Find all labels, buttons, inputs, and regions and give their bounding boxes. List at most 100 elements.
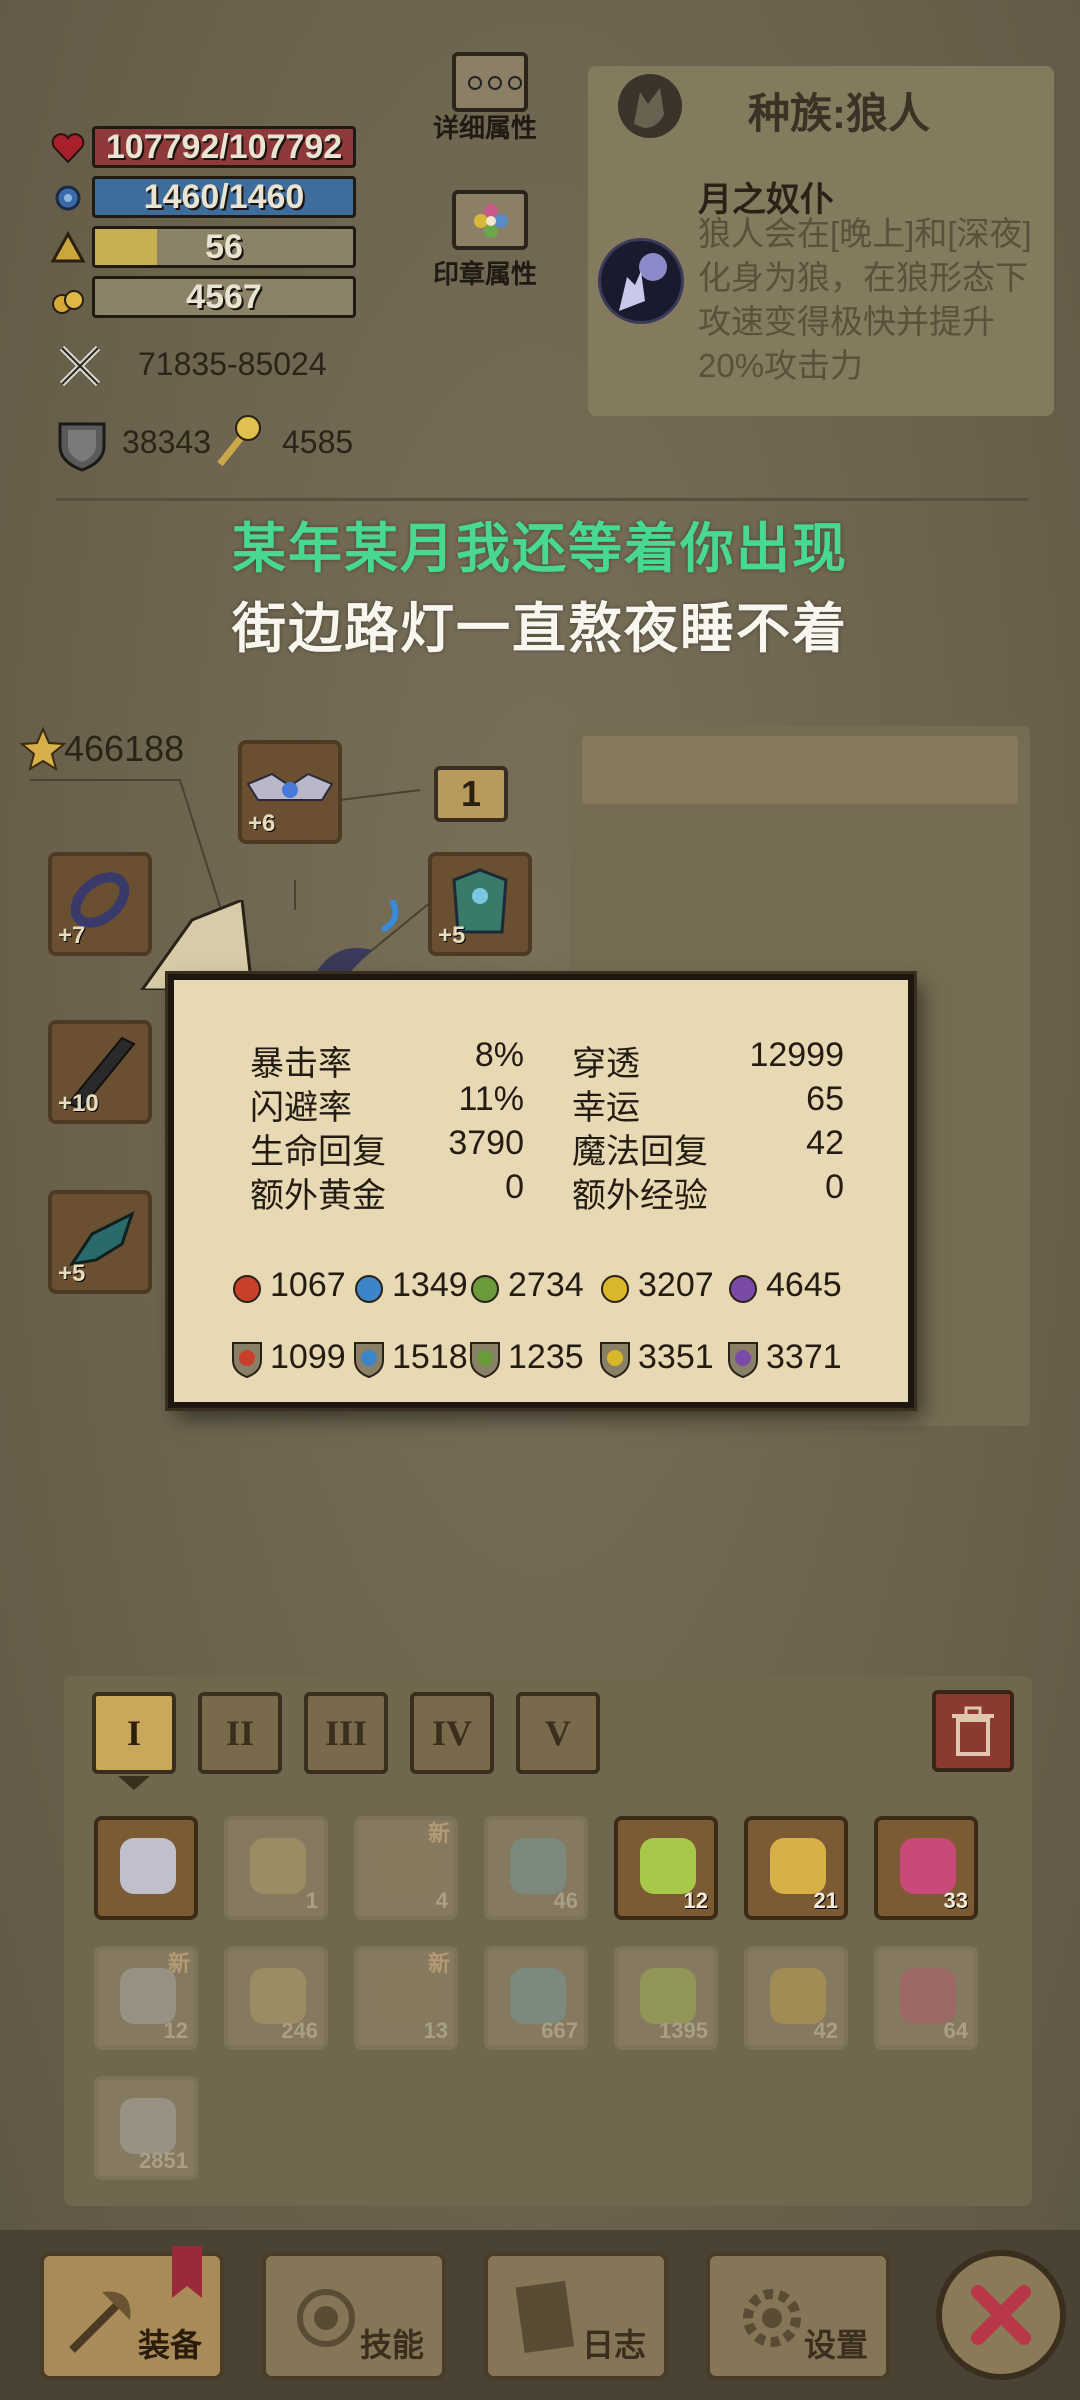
item-count: 33 (943, 1888, 968, 1913)
mp-regen-value: 42 (806, 1124, 844, 1162)
wolf-race-icon (618, 74, 682, 138)
armor-enhance: +5 (438, 922, 466, 949)
inventory-item-r2-c5[interactable]: 1395 (614, 1946, 718, 2050)
inventory-item-r1-c2[interactable]: 1 (224, 1816, 328, 1920)
lyric-line-1: 某年某月我还等着你出现 (232, 519, 848, 579)
resist-element-4-icon (600, 1342, 630, 1378)
race-panel: 种族:狼人 月之奴仆 狼人会在[晚上]和[深夜]化身为狼，在狼形态下攻速变得极快… (588, 66, 1054, 416)
gold-bar: 4567 (92, 276, 356, 318)
inventory-tab-5[interactable]: V (516, 1692, 600, 1774)
extra-gold-value: 0 (505, 1168, 524, 1206)
attack-element-1-value: 1067 (270, 1266, 346, 1304)
axe-icon (69, 2291, 131, 2353)
crit-value: 8% (474, 1036, 524, 1074)
item-new-badge: 新 (167, 1951, 190, 1976)
mana-gear-icon (55, 185, 81, 211)
resist-element-3-value: 1235 (508, 1338, 584, 1376)
equip-slot-weapon[interactable]: +10 (48, 1020, 152, 1124)
item-count: 64 (943, 2018, 968, 2043)
nav-skills-label: 技能 (359, 2327, 424, 2363)
nav-skills-button[interactable]: 技能 (262, 2252, 446, 2380)
dodge-label: 闪避率 (250, 1089, 352, 1127)
attack-element-3-value: 2734 (508, 1266, 584, 1304)
inventory-item-r2-c2[interactable]: 246 (224, 1946, 328, 2050)
inventory-item-r2-c3[interactable]: 13 新 (354, 1946, 458, 2050)
nav-settings-button[interactable]: 设置 (706, 2252, 890, 2380)
inventory-tab-4[interactable]: IV (410, 1692, 494, 1774)
shield-icon (58, 422, 106, 472)
item-count: 12 (683, 1888, 708, 1913)
crit-label: 暴击率 (250, 1045, 352, 1083)
seal-attributes-label: 印章属性 (432, 259, 537, 289)
skill-emblem-icon (297, 2289, 355, 2347)
mp-bar: 1460/1460 (92, 176, 356, 218)
inventory-item-r2-c7[interactable]: 64 (874, 1946, 978, 2050)
level-value: 56 (205, 227, 243, 266)
journal-icon (515, 2280, 575, 2354)
item-icon (900, 1838, 956, 1894)
item-count: 42 (813, 2018, 838, 2043)
hp-regen-label: 生命回复 (250, 1133, 386, 1171)
detail-attributes-button[interactable] (452, 52, 528, 112)
item-count: 4 (435, 1888, 448, 1913)
discard-button[interactable] (932, 1690, 1014, 1772)
seal-attributes-button[interactable] (452, 190, 528, 250)
luck-label: 幸运 (572, 1089, 640, 1127)
flower-seal-icon (474, 204, 508, 238)
item-count: 12 (163, 2018, 188, 2043)
inventory-item-r2-c6[interactable]: 42 (744, 1946, 848, 2050)
inventory-item-r1-c6[interactable]: 21 (744, 1816, 848, 1920)
nav-log-button[interactable]: 日志 (484, 2252, 668, 2380)
item-new-badge: 新 (427, 1951, 450, 1976)
magic-staff-icon (217, 415, 261, 467)
hp-value: 107792/107792 (105, 127, 343, 166)
item-count: 246 (281, 2018, 318, 2043)
inventory-item-r3-c1[interactable]: 2851 (94, 2076, 198, 2180)
close-button[interactable] (936, 2250, 1066, 2380)
gold-coins-icon (52, 290, 84, 314)
howling-wolf-moon-icon (598, 238, 684, 324)
extra-exp-label: 额外经验 (572, 1177, 708, 1215)
inventory-item-r1-c1[interactable] (94, 1816, 198, 1920)
bookmark-icon (172, 2246, 202, 2298)
inventory-tab-3[interactable]: III (304, 1692, 388, 1774)
inventory-item-r2-c4[interactable]: 667 (484, 1946, 588, 2050)
mp-regen-label: 魔法回复 (572, 1133, 708, 1171)
hp-bar: 107792/107792 (92, 126, 356, 168)
nav-settings-label: 设置 (803, 2327, 868, 2363)
crossed-swords-icon (59, 345, 101, 387)
active-tab-arrow-icon (118, 1776, 150, 1790)
trash-can-icon (952, 1706, 994, 1756)
item-icon (640, 1838, 696, 1894)
detail-attributes-label: 详细属性 (432, 113, 537, 143)
attack-element-4-value: 3207 (638, 1266, 714, 1304)
item-icon (250, 1838, 306, 1894)
inventory-tab-2[interactable]: II (198, 1692, 282, 1774)
equipment-set-number[interactable]: 1 (434, 766, 508, 822)
inventory-item-r2-c1[interactable]: 12 新 (94, 1946, 198, 2050)
level-bar: 56 (92, 226, 356, 268)
attack-element-3-icon (471, 1275, 499, 1303)
resist-element-1-value: 1099 (270, 1338, 346, 1376)
gear-icon (743, 2289, 801, 2347)
inventory-item-r1-c4[interactable]: 46 (484, 1816, 588, 1920)
mp-value: 1460/1460 (143, 177, 305, 216)
equip-slot-helmet[interactable]: +6 (238, 740, 342, 844)
accessory-enhance: +5 (58, 1260, 86, 1287)
attack-element-2-value: 1349 (392, 1266, 468, 1304)
equip-slot-accessory[interactable]: +5 (48, 1190, 152, 1294)
item-count: 13 (423, 2018, 448, 2043)
item-icon (640, 1968, 696, 2024)
item-icon (120, 2098, 176, 2154)
equip-slot-armor[interactable]: +5 (428, 852, 532, 956)
nav-equip-button[interactable]: 装备 (40, 2246, 224, 2380)
attack-element-2-icon (355, 1275, 383, 1303)
defense-value: 38343 (122, 424, 211, 460)
inventory-item-r1-c7[interactable]: 33 (874, 1816, 978, 1920)
inventory-tab-1[interactable]: I (92, 1692, 176, 1774)
hp-regen-value: 3790 (448, 1124, 524, 1162)
inventory-item-r1-c3[interactable]: 4新 (354, 1816, 458, 1920)
inventory-item-r1-c5[interactable]: 12 (614, 1816, 718, 1920)
resist-element-5-icon (728, 1342, 758, 1378)
resist-element-1-icon (232, 1342, 262, 1378)
